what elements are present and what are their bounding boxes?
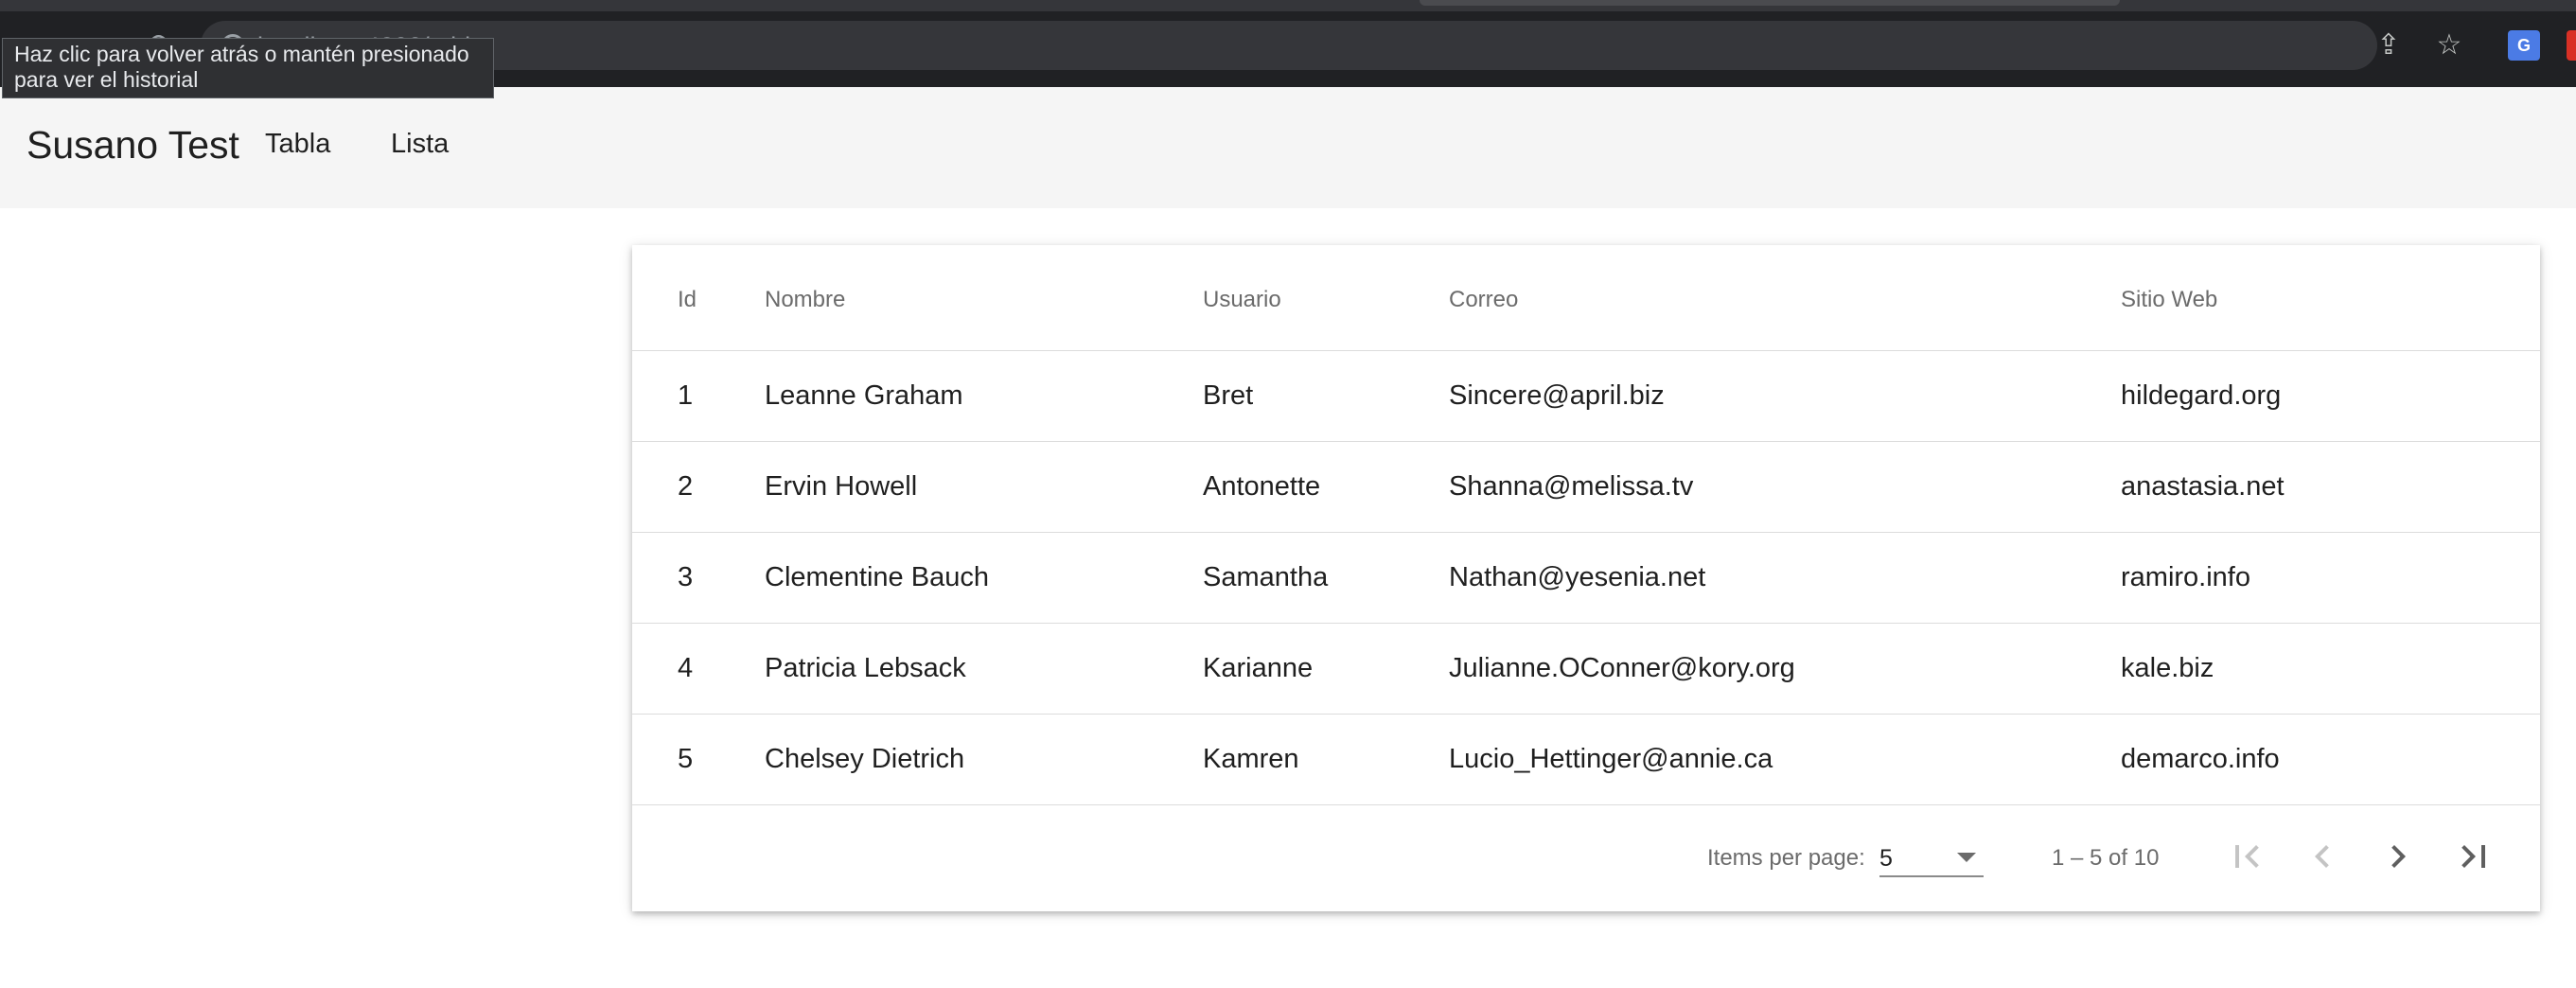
cell-id: 2 xyxy=(678,471,694,502)
app-title: Susano Test xyxy=(26,123,239,167)
cell-id: 1 xyxy=(678,380,694,411)
table-paginator: Items per page: 5 1 – 5 of 10 xyxy=(632,805,2540,911)
column-header-sitio-web: Sitio Web xyxy=(2121,287,2218,312)
cell-usuario: Karianne xyxy=(1203,653,1314,683)
cell-sitio-web: ramiro.info xyxy=(2121,562,2250,592)
items-per-page-label: Items per page: xyxy=(1707,845,1865,871)
cell-usuario: Antonette xyxy=(1203,471,1321,502)
browser-tab[interactable] xyxy=(1420,0,2120,6)
column-header-nombre: Nombre xyxy=(765,287,846,312)
table-row: 4 Patricia Lebsack Karianne Julianne.OCo… xyxy=(632,624,2540,715)
column-header-usuario: Usuario xyxy=(1203,287,1281,312)
users-table-card: Id Nombre Usuario Correo Sitio Web 1 Lea… xyxy=(632,245,2540,911)
cell-usuario: Kamren xyxy=(1203,744,1299,774)
tab-strip xyxy=(0,0,2576,11)
star-icon[interactable]: ☆ xyxy=(2430,26,2468,64)
column-header-correo: Correo xyxy=(1449,287,1519,312)
cell-usuario: Bret xyxy=(1203,380,1254,411)
next-page-icon[interactable] xyxy=(2375,834,2421,879)
share-icon[interactable]: ⇪ xyxy=(2370,26,2408,64)
cell-correo: Sincere@april.biz xyxy=(1449,380,1665,411)
table-row: 5 Chelsey Dietrich Kamren Lucio_Hettinge… xyxy=(632,715,2540,805)
translate-icon[interactable]: G xyxy=(2508,30,2540,61)
cell-correo: Shanna@melissa.tv xyxy=(1449,471,1694,502)
cell-correo: Julianne.OConner@kory.org xyxy=(1449,653,1795,683)
cell-nombre: Ervin Howell xyxy=(765,471,918,502)
last-page-button[interactable] xyxy=(2451,834,2497,879)
app-header: Susano Test Tabla Lista xyxy=(0,87,2576,208)
back-button-tooltip: Haz clic para volver atrás o mantén pres… xyxy=(2,38,494,98)
cell-nombre: Patricia Lebsack xyxy=(765,653,966,683)
column-header-id: Id xyxy=(678,287,697,312)
extension-icon[interactable] xyxy=(2567,30,2576,61)
cell-id: 5 xyxy=(678,744,694,774)
first-page-icon[interactable] xyxy=(2224,834,2269,879)
table-row: 3 Clementine Bauch Samantha Nathan@yesen… xyxy=(632,533,2540,624)
cell-sitio-web: anastasia.net xyxy=(2121,471,2285,502)
cell-sitio-web: kale.biz xyxy=(2121,653,2214,683)
address-bar[interactable]: localhost:4200/tabla xyxy=(201,21,2377,70)
table-row: 2 Ervin Howell Antonette Shanna@melissa.… xyxy=(632,442,2540,533)
cell-sitio-web: hildegard.org xyxy=(2121,380,2282,411)
dropdown-arrow-icon[interactable] xyxy=(1957,853,1976,862)
items-per-page-value[interactable]: 5 xyxy=(1879,845,1893,873)
cell-nombre: Clementine Bauch xyxy=(765,562,989,592)
table-row: 1 Leanne Graham Bret Sincere@april.biz h… xyxy=(632,351,2540,442)
next-page-button[interactable] xyxy=(2375,834,2421,879)
cell-usuario: Samantha xyxy=(1203,562,1329,592)
cell-nombre: Chelsey Dietrich xyxy=(765,744,965,774)
last-page-icon[interactable] xyxy=(2451,834,2497,879)
previous-page-icon[interactable] xyxy=(2300,834,2345,879)
cell-id: 4 xyxy=(678,653,694,683)
cell-correo: Nathan@yesenia.net xyxy=(1449,562,1706,592)
nav-link-tabla[interactable]: Tabla xyxy=(265,129,330,160)
cell-correo: Lucio_Hettinger@annie.ca xyxy=(1449,744,1773,774)
cell-nombre: Leanne Graham xyxy=(765,380,963,411)
cell-id: 3 xyxy=(678,562,694,592)
first-page-button[interactable] xyxy=(2224,834,2269,879)
tooltip-line-2: para ver el historial xyxy=(14,67,199,92)
table-header-row: Id Nombre Usuario Correo Sitio Web xyxy=(632,245,2540,351)
tooltip-line-1: Haz clic para volver atrás o mantén pres… xyxy=(14,42,469,66)
nav-link-lista[interactable]: Lista xyxy=(391,129,449,160)
cell-sitio-web: demarco.info xyxy=(2121,744,2280,774)
page-range-label: 1 – 5 of 10 xyxy=(2052,845,2160,871)
previous-page-button[interactable] xyxy=(2300,834,2345,879)
items-per-page-select[interactable]: 5 xyxy=(1879,838,1984,877)
